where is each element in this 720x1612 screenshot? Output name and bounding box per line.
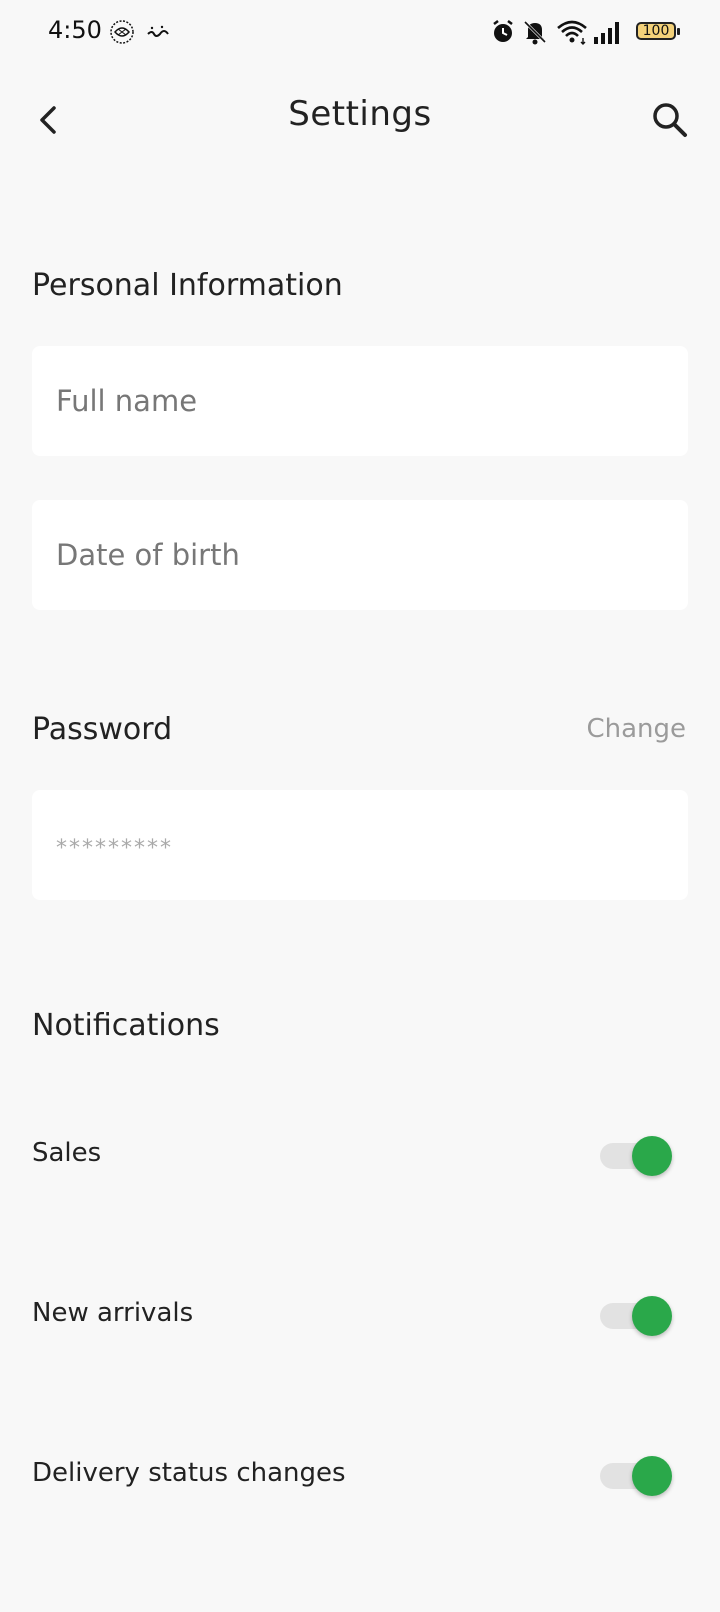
notifications-heading: Notifications: [32, 1008, 220, 1043]
search-button[interactable]: [650, 100, 690, 140]
change-password-link[interactable]: Change: [586, 714, 686, 744]
password-field[interactable]: [32, 790, 688, 900]
password-heading: Password: [32, 712, 173, 747]
status-bar: 4:50 100: [0, 0, 720, 64]
page-title: Settings: [288, 94, 432, 134]
alarm-icon: [493, 20, 513, 42]
new-arrivals-toggle[interactable]: [600, 1296, 672, 1336]
app-header: Settings: [0, 80, 720, 160]
search-icon: [653, 103, 687, 137]
sales-toggle[interactable]: [600, 1136, 672, 1176]
signal-icon: [594, 22, 619, 44]
toggle-thumb: [632, 1296, 672, 1336]
notification-label-sales: Sales: [32, 1138, 102, 1168]
calligraphy-logo-icon: [110, 20, 134, 44]
settings-screen: 4:50 100 Settings Personal Information F…: [0, 0, 720, 1612]
wifi-icon: [557, 20, 587, 45]
notification-label-delivery-status: Delivery status changes: [32, 1458, 346, 1488]
status-time: 4:50: [48, 16, 102, 44]
toggle-thumb: [632, 1456, 672, 1496]
full-name-field[interactable]: [32, 346, 688, 456]
arabic-text-badge-icon: [147, 25, 169, 37]
battery-icon: 100: [636, 22, 680, 40]
notification-label-new-arrivals: New arrivals: [32, 1298, 194, 1328]
personal-info-heading: Personal Information: [32, 268, 343, 303]
toggle-thumb: [632, 1136, 672, 1176]
date-of-birth-field[interactable]: [32, 500, 688, 610]
delivery-status-toggle[interactable]: [600, 1456, 672, 1496]
notifications-off-icon: [523, 20, 547, 45]
